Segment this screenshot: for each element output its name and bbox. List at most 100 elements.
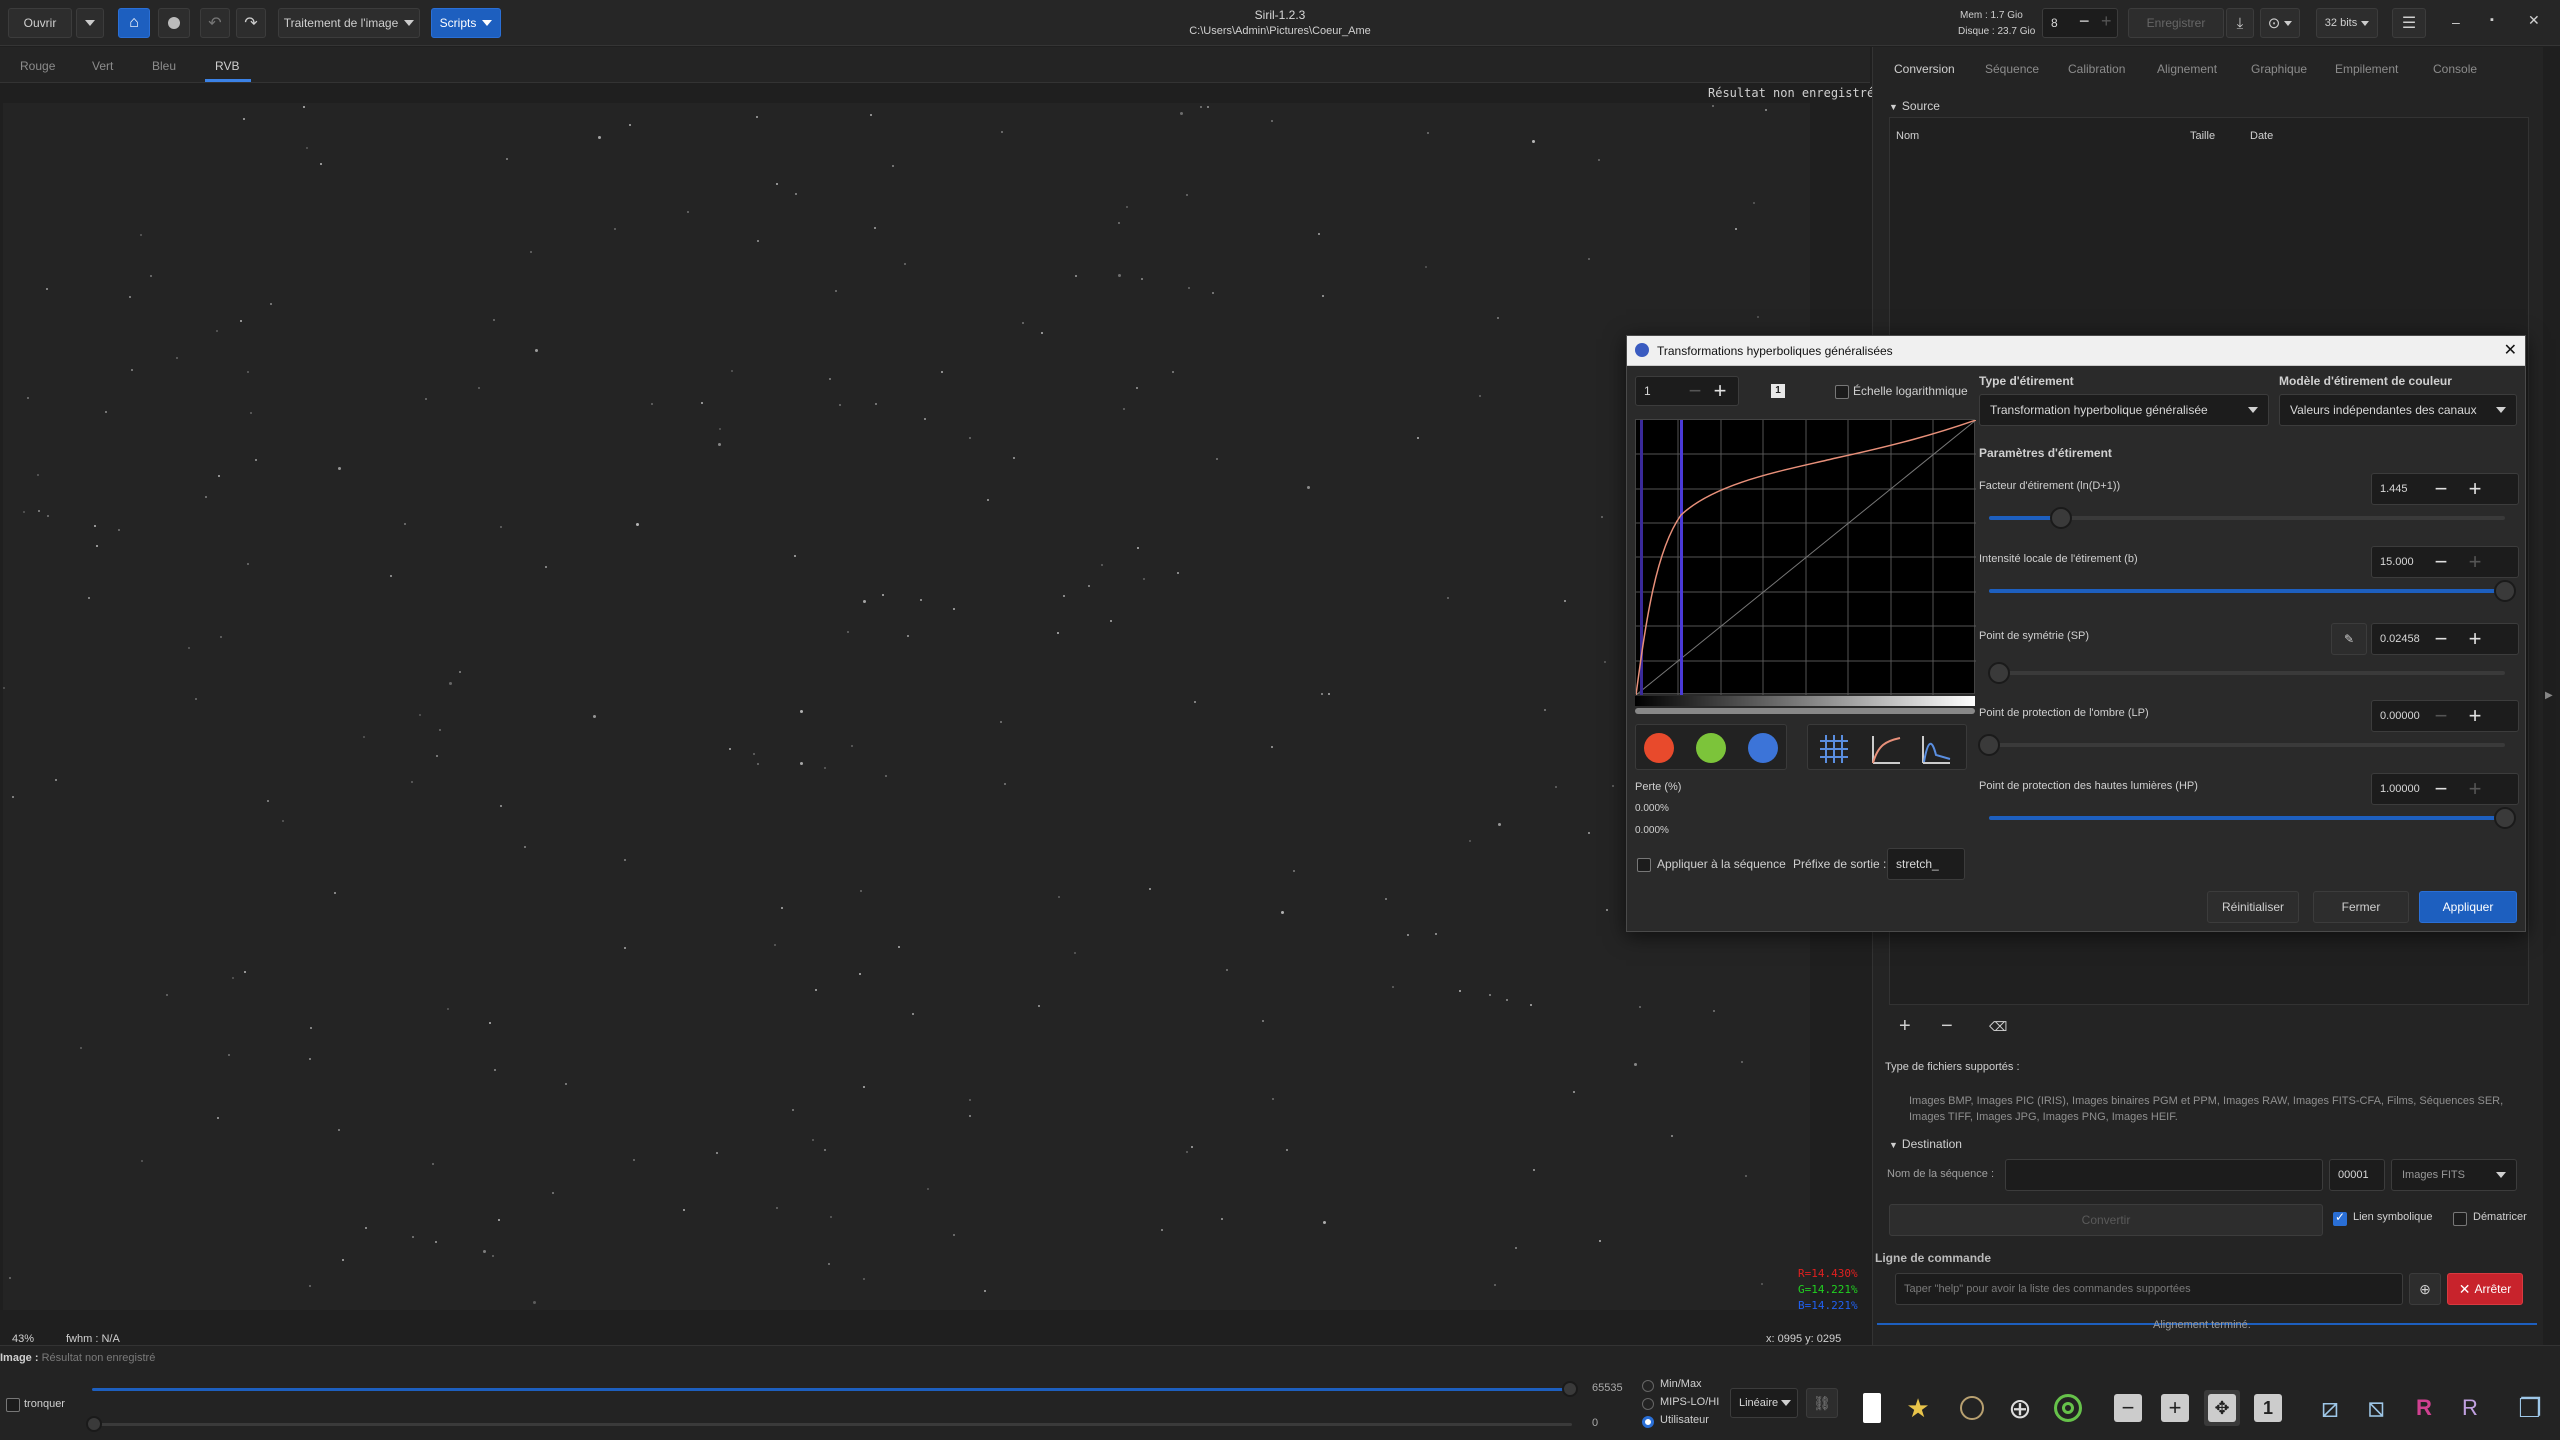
highlight-protection-minus-icon[interactable]: −: [2429, 777, 2453, 801]
reset-button[interactable]: Réinitialiser: [2207, 891, 2299, 923]
rotate-left-icon[interactable]: ⧄: [2312, 1390, 2348, 1426]
max-slider[interactable]: [92, 1381, 1578, 1397]
clear-list-icon[interactable]: ⌫: [1989, 1019, 2007, 1035]
stack-frames-icon[interactable]: ❐: [2512, 1390, 2548, 1426]
zoom-fit-icon[interactable]: ✥: [2204, 1390, 2240, 1426]
close-button[interactable]: Fermer: [2313, 891, 2409, 923]
livestack-button[interactable]: [158, 8, 190, 38]
convert-button[interactable]: Convertir: [1889, 1204, 2323, 1236]
symlink-checkbox[interactable]: ✓: [2333, 1210, 2347, 1226]
stretch-factor-minus-icon[interactable]: −: [2429, 477, 2453, 501]
close-icon[interactable]: ✕: [2528, 12, 2540, 29]
scale-select[interactable]: Linéaire: [1730, 1388, 1798, 1418]
symmetry-point-minus-icon[interactable]: −: [2429, 627, 2453, 651]
collapse-panel-icon[interactable]: ▶: [2545, 690, 2553, 701]
histogram-view[interactable]: [1635, 419, 1977, 696]
undo-button[interactable]: ↶: [200, 8, 230, 38]
red-channel-icon[interactable]: [1644, 733, 1674, 763]
destination-section[interactable]: ▼ Destination: [1889, 1137, 1962, 1151]
shadow-protection-plus-icon[interactable]: +: [2463, 704, 2487, 728]
apply-button[interactable]: Appliquer: [2419, 891, 2517, 923]
tab-squence[interactable]: Séquence: [1985, 62, 2039, 76]
save-button[interactable]: Enregistrer: [2128, 8, 2224, 38]
min-slider[interactable]: [86, 1416, 1572, 1432]
command-help-button[interactable]: ⊕: [2409, 1273, 2441, 1305]
tab-calibration[interactable]: Calibration: [2068, 62, 2125, 76]
tab-empilement[interactable]: Empilement: [2335, 62, 2398, 76]
grid-icon[interactable]: [1818, 733, 1850, 765]
local-intensity-minus-icon[interactable]: −: [2429, 550, 2453, 574]
local-intensity-plus-icon[interactable]: +: [2463, 550, 2487, 574]
mirror-y-icon[interactable]: R: [2452, 1390, 2488, 1426]
col-name[interactable]: Nom: [1896, 130, 1919, 142]
cursor-tool-icon[interactable]: [1854, 1390, 1890, 1426]
zoom-out-icon[interactable]: −: [2110, 1390, 2146, 1426]
highlight-protection-plus-icon[interactable]: +: [2463, 777, 2487, 801]
highlight-protection-slider[interactable]: [1989, 807, 2516, 829]
tab-green[interactable]: Vert: [92, 59, 113, 73]
star-tool-icon[interactable]: ★: [1900, 1390, 1936, 1426]
tab-conversion[interactable]: Conversion: [1894, 62, 1955, 76]
prefix-input[interactable]: stretch_: [1887, 848, 1965, 880]
globe-icon[interactable]: ⊕: [2002, 1390, 2038, 1426]
save-as-button[interactable]: ⤓: [2226, 8, 2254, 38]
stretch-factor-slider-knob[interactable]: [2050, 507, 2073, 529]
stretch-factor-plus-icon[interactable]: +: [2463, 477, 2487, 501]
mirror-x-icon[interactable]: R: [2406, 1390, 2442, 1426]
symmetry-point-slider-knob[interactable]: [1988, 662, 2011, 684]
stretch-factor-slider[interactable]: [1989, 507, 2505, 529]
home-button[interactable]: ⌂: [118, 8, 150, 38]
zoom-one-icon[interactable]: 1: [1771, 384, 1785, 398]
shadow-protection-slider[interactable]: [1978, 734, 2505, 756]
shadow-protection-minus-icon[interactable]: −: [2429, 704, 2453, 728]
photometry-icon[interactable]: [1954, 1390, 1990, 1426]
threads-stepper[interactable]: 8 − +: [2042, 8, 2118, 38]
local-intensity-slider-knob[interactable]: [2494, 580, 2516, 602]
minus-icon[interactable]: −: [2079, 11, 2090, 32]
recent-dropdown-button[interactable]: [76, 8, 104, 38]
tab-rgb[interactable]: RVB: [215, 59, 239, 73]
log-scale-checkbox[interactable]: [1835, 385, 1849, 399]
local-intensity-slider[interactable]: [1989, 580, 2516, 602]
highlight-protection-slider-knob[interactable]: [2494, 807, 2516, 829]
green-channel-icon[interactable]: [1696, 733, 1726, 763]
min-slider-knob[interactable]: [86, 1416, 102, 1432]
zoom-in-icon[interactable]: +: [2157, 1390, 2193, 1426]
range-bar[interactable]: [1635, 708, 1975, 714]
seq-name-input[interactable]: [2005, 1159, 2323, 1191]
command-input[interactable]: Taper "help" pour avoir la liste des com…: [1895, 1273, 2403, 1305]
link-channels-button[interactable]: ⛓: [1806, 1388, 1838, 1418]
tab-console[interactable]: Console: [2433, 62, 2477, 76]
apply-sequence-checkbox[interactable]: [1637, 858, 1651, 872]
zoom-plus-icon[interactable]: +: [1708, 379, 1732, 403]
image-processing-menu[interactable]: Traitement de l'image: [278, 8, 420, 38]
target-icon[interactable]: [2050, 1390, 2086, 1426]
bitdepth-dropdown[interactable]: 32 bits: [2316, 8, 2378, 38]
debayer-checkbox[interactable]: [2453, 1212, 2467, 1226]
minmax-radio[interactable]: [1642, 1380, 1654, 1392]
shadow-protection-slider-knob[interactable]: [1978, 734, 2000, 756]
open-button[interactable]: Ouvrir: [8, 8, 72, 38]
tab-alignement[interactable]: Alignement: [2157, 62, 2217, 76]
source-section[interactable]: ▼ Source: [1889, 99, 1940, 113]
main-menu-button[interactable]: ☰: [2392, 8, 2426, 38]
zoom-100-icon[interactable]: 1: [2250, 1390, 2286, 1426]
histogram-icon[interactable]: [1920, 733, 1952, 765]
plus-icon[interactable]: +: [2101, 11, 2112, 32]
close-icon[interactable]: ✕: [2504, 340, 2517, 360]
add-file-icon[interactable]: +: [1899, 1015, 1911, 1038]
minimize-icon[interactable]: –: [2452, 14, 2460, 30]
curve-icon[interactable]: [1870, 733, 1902, 765]
tab-blue[interactable]: Bleu: [152, 59, 176, 73]
eyedropper-button[interactable]: ✎: [2331, 623, 2367, 655]
output-type-select[interactable]: Images FITS: [2391, 1159, 2517, 1191]
stop-button[interactable]: ✕ Arrêter: [2447, 1273, 2523, 1305]
clip-checkbox[interactable]: [6, 1398, 20, 1412]
col-date[interactable]: Date: [2250, 130, 2273, 142]
maximize-icon[interactable]: ▪: [2490, 14, 2494, 26]
color-model-select[interactable]: Valeurs indépendantes des canaux: [2279, 394, 2517, 426]
col-size[interactable]: Taille: [2190, 130, 2215, 142]
zoom-minus-icon[interactable]: −: [1683, 379, 1707, 403]
stretch-type-select[interactable]: Transformation hyperbolique généralisée: [1979, 394, 2269, 426]
tab-red[interactable]: Rouge: [20, 59, 55, 73]
